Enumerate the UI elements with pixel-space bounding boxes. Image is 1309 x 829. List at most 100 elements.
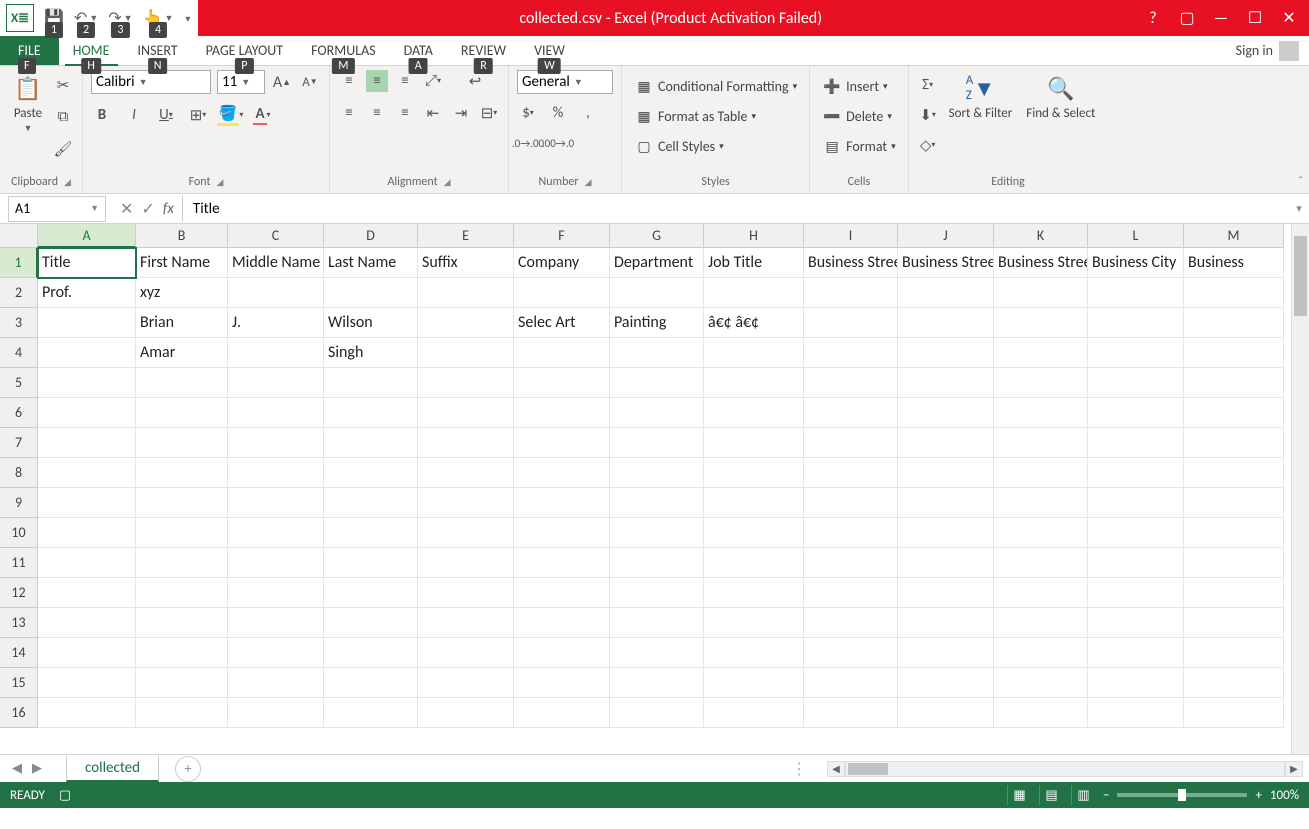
row-header[interactable]: 8: [0, 458, 38, 488]
maximize-icon[interactable]: ☐: [1245, 8, 1265, 28]
cell[interactable]: [1184, 518, 1284, 548]
cell[interactable]: [324, 518, 418, 548]
cell[interactable]: [324, 368, 418, 398]
cell[interactable]: [804, 698, 898, 728]
cell[interactable]: [898, 698, 994, 728]
launcher-icon[interactable]: ◢: [64, 177, 71, 188]
cell[interactable]: [136, 608, 228, 638]
row-header[interactable]: 12: [0, 578, 38, 608]
cell[interactable]: [324, 578, 418, 608]
cell[interactable]: [804, 368, 898, 398]
row-header[interactable]: 13: [0, 608, 38, 638]
cell[interactable]: [994, 608, 1088, 638]
cells-area[interactable]: TitleFirst NameMiddle NameLast NameSuffi…: [38, 248, 1291, 754]
cell[interactable]: Job Title: [704, 248, 804, 278]
increase-decimal-icon[interactable]: .0→.00: [517, 132, 539, 154]
cell[interactable]: [1184, 608, 1284, 638]
cell[interactable]: [38, 518, 136, 548]
cell[interactable]: [704, 608, 804, 638]
cell[interactable]: [1088, 518, 1184, 548]
cell[interactable]: Middle Name: [228, 248, 324, 278]
cell[interactable]: [610, 338, 704, 368]
cell[interactable]: [994, 578, 1088, 608]
cell[interactable]: Selec Art: [514, 308, 610, 338]
row-header[interactable]: 6: [0, 398, 38, 428]
cell[interactable]: [610, 458, 704, 488]
row-header[interactable]: 9: [0, 488, 38, 518]
cell[interactable]: [994, 338, 1088, 368]
cell[interactable]: [1184, 578, 1284, 608]
cell[interactable]: [898, 668, 994, 698]
row-header[interactable]: 5: [0, 368, 38, 398]
cell[interactable]: [704, 398, 804, 428]
cell[interactable]: [418, 458, 514, 488]
zoom-thumb[interactable]: [1178, 789, 1186, 801]
cell[interactable]: [38, 368, 136, 398]
cell[interactable]: [38, 488, 136, 518]
expand-formula-icon[interactable]: ▾: [1289, 202, 1309, 215]
cell[interactable]: [1184, 458, 1284, 488]
cell[interactable]: [804, 428, 898, 458]
cell[interactable]: [994, 668, 1088, 698]
cell[interactable]: [610, 548, 704, 578]
cell[interactable]: [38, 548, 136, 578]
cell[interactable]: [1088, 428, 1184, 458]
number-format-combo[interactable]: General▼: [517, 70, 613, 94]
cell[interactable]: [994, 638, 1088, 668]
qat-touch-icon[interactable]: 👆▼4: [143, 8, 174, 28]
format-cells-button[interactable]: ▤Format▾: [818, 134, 900, 158]
cell[interactable]: [38, 338, 136, 368]
cell[interactable]: [136, 368, 228, 398]
cell[interactable]: [136, 578, 228, 608]
cell[interactable]: [1088, 638, 1184, 668]
cell[interactable]: [804, 548, 898, 578]
cell[interactable]: [1184, 638, 1284, 668]
autosum-icon[interactable]: Σ▾: [917, 74, 939, 96]
clear-icon[interactable]: ◇▾: [917, 134, 939, 156]
cell[interactable]: Business Street: [898, 248, 994, 278]
cell[interactable]: [1088, 548, 1184, 578]
row-header[interactable]: 11: [0, 548, 38, 578]
cell[interactable]: [136, 428, 228, 458]
row-header[interactable]: 4: [0, 338, 38, 368]
cell[interactable]: [610, 278, 704, 308]
cell[interactable]: [514, 368, 610, 398]
cell[interactable]: [704, 338, 804, 368]
cell[interactable]: [1088, 458, 1184, 488]
cell[interactable]: [228, 368, 324, 398]
cell[interactable]: [38, 698, 136, 728]
cell[interactable]: Suffix: [418, 248, 514, 278]
horizontal-scrollbar[interactable]: ⋮ ◀ ▶: [791, 759, 1309, 779]
cell[interactable]: [1184, 488, 1284, 518]
cell[interactable]: [38, 638, 136, 668]
decrease-decimal-icon[interactable]: .00→.0: [547, 132, 569, 154]
cell[interactable]: [610, 608, 704, 638]
cell[interactable]: [418, 668, 514, 698]
cell[interactable]: [898, 278, 994, 308]
cell[interactable]: [704, 458, 804, 488]
column-header[interactable]: B: [136, 224, 228, 248]
column-header[interactable]: J: [898, 224, 994, 248]
cell[interactable]: Business Street: [804, 248, 898, 278]
cell[interactable]: [324, 638, 418, 668]
cell[interactable]: [136, 488, 228, 518]
cell[interactable]: [704, 518, 804, 548]
cell[interactable]: [1184, 428, 1284, 458]
align-left-icon[interactable]: ≡: [338, 102, 360, 124]
hscroll-track[interactable]: [845, 761, 1285, 777]
cell[interactable]: [1088, 368, 1184, 398]
cell[interactable]: [1184, 398, 1284, 428]
cell[interactable]: [1088, 668, 1184, 698]
cell[interactable]: Last Name: [324, 248, 418, 278]
row-header[interactable]: 7: [0, 428, 38, 458]
column-header[interactable]: H: [704, 224, 804, 248]
cell[interactable]: [418, 638, 514, 668]
cell[interactable]: [514, 428, 610, 458]
cell[interactable]: [514, 698, 610, 728]
cell[interactable]: [804, 278, 898, 308]
paste-button[interactable]: 📋 Paste ▼: [8, 70, 48, 136]
cell[interactable]: [610, 428, 704, 458]
column-header[interactable]: E: [418, 224, 514, 248]
cell[interactable]: [610, 518, 704, 548]
cell[interactable]: [418, 428, 514, 458]
